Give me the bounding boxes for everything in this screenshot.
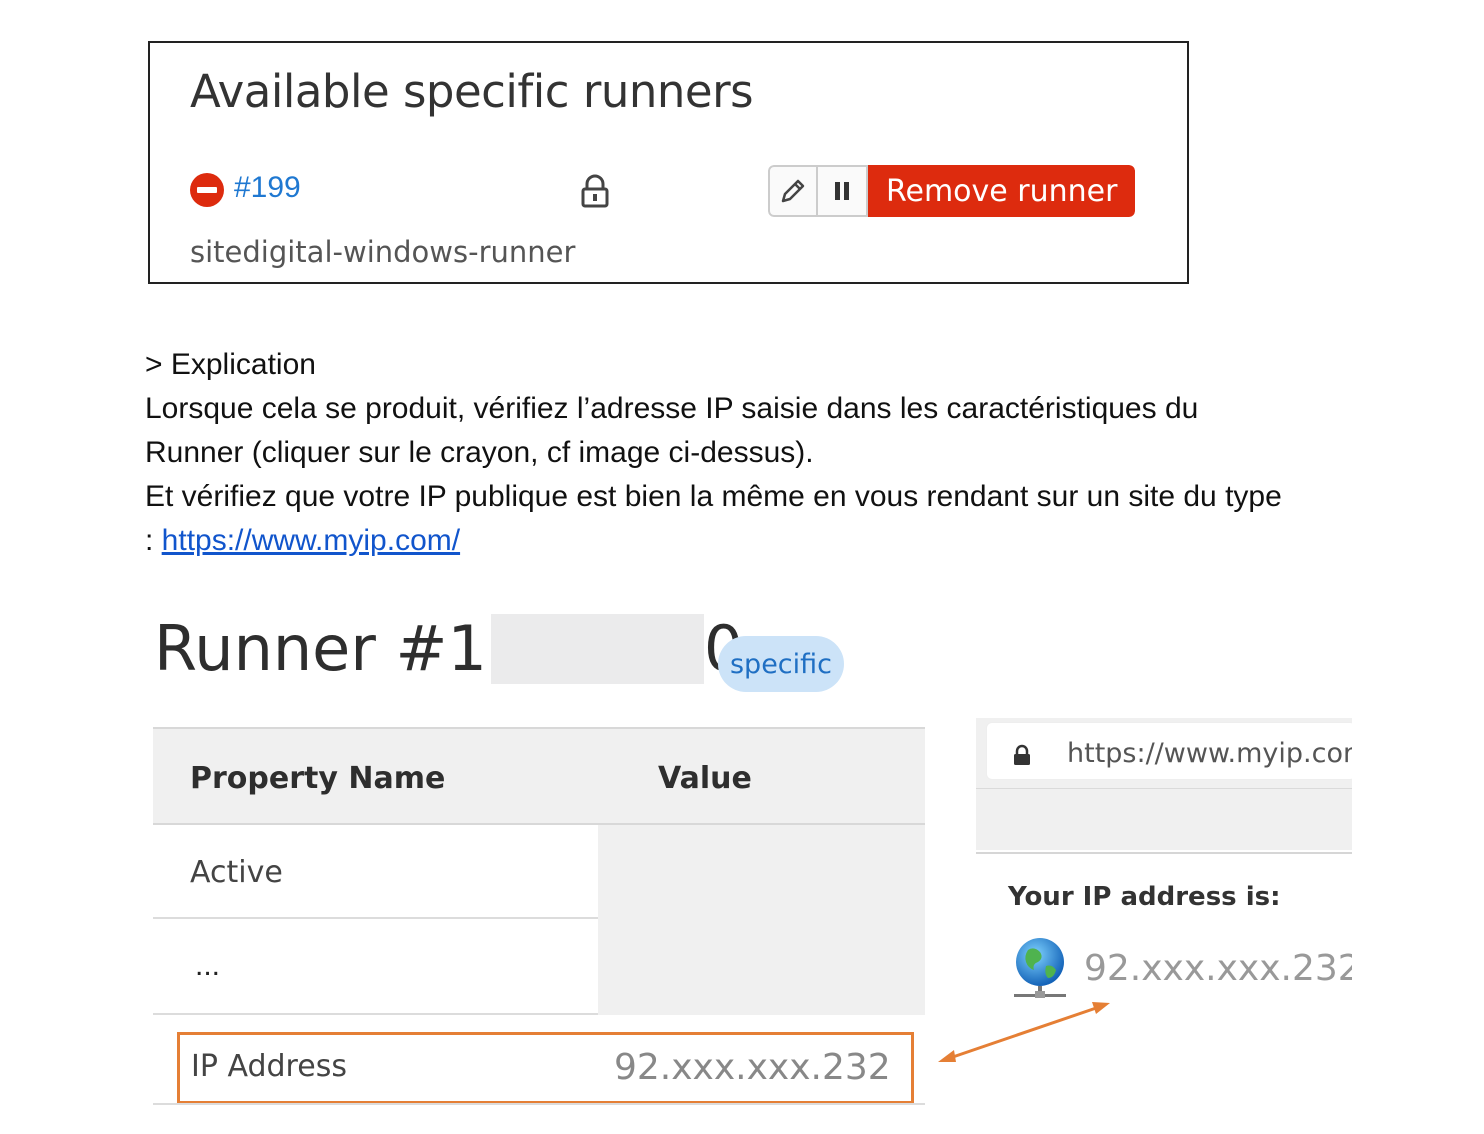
your-ip-label: Your IP address is: — [1008, 882, 1281, 912]
column-header-property: Property Name — [190, 761, 446, 796]
myip-link[interactable]: https://www.myip.com/ — [162, 524, 460, 557]
remove-runner-button[interactable]: Remove runner — [868, 165, 1136, 217]
pencil-icon — [781, 179, 805, 203]
runner-heading: Runner #1 0 — [154, 612, 743, 685]
explanation-line: Lorsque cela se produit, vérifiez l’adre… — [145, 392, 1199, 425]
pause-icon — [835, 182, 849, 200]
explanation-line: > Explication — [145, 348, 316, 381]
lock-icon — [580, 174, 610, 213]
redacted-box — [490, 613, 704, 684]
specific-badge: specific — [718, 636, 844, 692]
browser-content: Your IP address is: 92.xxx.xxx.232 — [976, 852, 1352, 1002]
runner-heading-prefix: Runner #1 — [154, 612, 487, 685]
runners-panel: Available specific runners #199 Remove r… — [148, 41, 1189, 284]
browser-myip-panel: https://www.myip.com Your IP address is:… — [976, 718, 1352, 1002]
row-divider — [153, 917, 598, 919]
link-prefix: : — [145, 524, 162, 557]
property-table: Property Name Value Active ... IP Addres… — [153, 727, 925, 1107]
explanation-link-line: : https://www.myip.com/ — [145, 519, 1385, 563]
panel-title: Available specific runners — [190, 65, 754, 118]
table-row-label: ... — [195, 949, 221, 982]
comparison-arrow — [938, 1002, 1110, 1062]
ip-address-value: 92.xxx.xxx.232 — [614, 1047, 891, 1088]
explanation-text: > Explication Lorsque cela se produit, v… — [145, 343, 1385, 563]
runner-actions: Remove runner — [768, 165, 1136, 217]
table-header: Property Name Value — [153, 727, 925, 825]
status-paused-icon — [190, 173, 224, 207]
address-bar[interactable]: https://www.myip.com — [986, 722, 1352, 780]
runner-name: sitedigital-windows-runner — [190, 235, 576, 269]
explanation-line: Runner (cliquer sur le crayon, cf image … — [145, 436, 814, 469]
ip-address-row-highlight: IP Address 92.xxx.xxx.232 — [177, 1032, 914, 1104]
url-text: https://www.myip.com — [1067, 738, 1352, 769]
value-cell-area — [598, 825, 925, 1015]
runner-id-link[interactable]: #199 — [234, 171, 301, 205]
row-divider — [153, 1013, 598, 1015]
lock-icon — [1014, 744, 1030, 765]
your-ip-value: 92.xxx.xxx.232 — [1084, 948, 1352, 989]
pause-button[interactable] — [818, 165, 868, 217]
ip-address-label: IP Address — [191, 1049, 347, 1084]
explanation-line: Et vérifiez que votre IP publique est bi… — [145, 480, 1282, 513]
column-header-value: Value — [658, 761, 752, 796]
table-bottom-border — [153, 1103, 925, 1105]
table-row-label: Active — [190, 855, 283, 890]
edit-button[interactable] — [768, 165, 818, 217]
